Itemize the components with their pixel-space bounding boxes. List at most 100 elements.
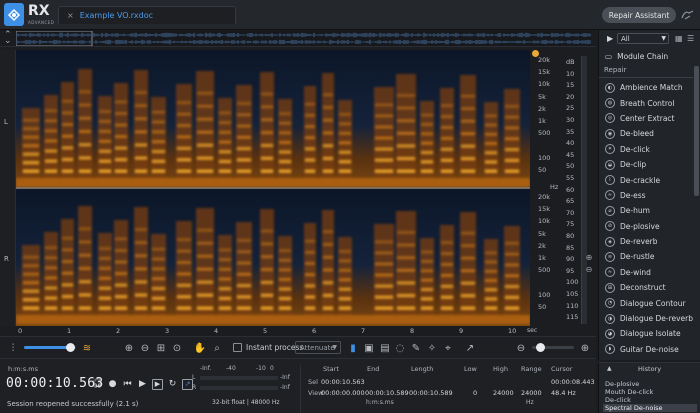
blend-slider-knob[interactable] xyxy=(66,343,75,352)
module-icon: ◍ xyxy=(605,98,615,109)
spectrogram-view[interactable] xyxy=(16,50,530,326)
hand-tool-icon[interactable]: ✋ xyxy=(193,341,207,355)
collapse-icon[interactable]: ⌃ ⌄ xyxy=(4,31,12,46)
module-item-breath-control[interactable]: ◍ Breath Control xyxy=(599,95,693,110)
attenuate-select[interactable]: Attenuate ▼ xyxy=(295,341,341,354)
time-tick-label: 7 xyxy=(361,327,366,335)
time-frequency-selection-tool-icon[interactable]: ▤ xyxy=(378,341,392,355)
zoom-out-icon[interactable]: ⊖ xyxy=(138,341,152,355)
zoom-in-frequency-icon[interactable]: ⊕ xyxy=(578,341,592,355)
module-item-deconstruct[interactable]: ⊞ Deconstruct xyxy=(599,280,693,295)
time-tick-label: 9 xyxy=(459,327,464,335)
module-item-de-wind[interactable]: ≈ De-wind xyxy=(599,265,693,280)
lasso-tool-icon[interactable]: ◌ xyxy=(393,341,407,355)
module-item-de-hum[interactable]: ⌀ De-hum xyxy=(599,203,693,218)
overview-waveform[interactable] xyxy=(16,31,591,46)
waveform-overview[interactable]: ⌃ ⌄ xyxy=(0,30,596,47)
module-item-dialogue-de-reverb[interactable]: ◑ Dialogue De-reverb xyxy=(599,311,693,326)
module-item-de-bleed[interactable]: ◉ De-bleed xyxy=(599,126,693,141)
view-range-field[interactable]: 24000 xyxy=(521,389,542,397)
frequency-zoom-knob[interactable] xyxy=(536,343,545,352)
module-item-center-extract[interactable]: ◎ Center Extract xyxy=(599,111,693,126)
headphones-icon[interactable]: 🎧︎ xyxy=(92,379,103,390)
module-item-de-rustle[interactable]: ≋ De-rustle xyxy=(599,249,693,264)
frequency-tick-label: 50 xyxy=(538,165,547,174)
loop-icon[interactable]: ↻ xyxy=(167,379,178,390)
repair-assistant-button[interactable]: Repair Assistant xyxy=(602,7,676,23)
file-tab[interactable]: × Example VO.rxdoc xyxy=(58,6,236,24)
history-item[interactable]: Mouth De-click xyxy=(603,388,697,396)
view-end-field[interactable]: 00:00:10.589 xyxy=(365,389,409,397)
grid-view-icon[interactable]: ▦ xyxy=(675,34,683,43)
module-list-scrollbar[interactable] xyxy=(694,66,699,356)
level-meter-scrollbar[interactable] xyxy=(581,56,587,324)
view-start-field[interactable]: 00:00:00.000 xyxy=(321,389,365,397)
db-tick-label: 60 xyxy=(566,185,575,194)
zoom-in-icon[interactable]: ⊕ xyxy=(122,341,136,355)
module-item-de-clip[interactable]: ◒ De-clip xyxy=(599,157,693,172)
spectrogram-view-icon[interactable]: ≋ xyxy=(80,341,94,355)
preview-play-icon[interactable]: ▶ xyxy=(607,34,613,43)
zoom-in-vertical-icon[interactable]: ⊕ xyxy=(584,252,594,262)
module-chain-button[interactable]: ▭ Module Chain xyxy=(599,49,700,63)
zoom-out-frequency-icon[interactable]: ⊖ xyxy=(514,341,528,355)
module-item-ambience-match[interactable]: ◐ Ambience Match xyxy=(599,80,693,95)
close-tab-icon[interactable]: × xyxy=(67,11,74,20)
waveform-view-icon[interactable]: ⫶ xyxy=(6,341,20,355)
list-view-icon[interactable]: ☰ xyxy=(687,34,694,43)
module-label: De-clip xyxy=(620,160,647,170)
module-item-de-ess[interactable]: ≈ De-ess xyxy=(599,188,693,203)
hand-help-icon[interactable] xyxy=(680,8,696,22)
module-icon: ≈ xyxy=(605,190,615,201)
frequency-db-scale[interactable]: 20k 15k 10k 5k 2k 1k 500 100 50 20k 15k 10k 5k 2k 1k 50… xyxy=(532,50,596,326)
meter-scale-label: -10 xyxy=(256,365,266,372)
zoom-out-vertical-icon[interactable]: ⊖ xyxy=(584,264,594,274)
module-label: De-plosive xyxy=(620,221,660,231)
instant-process-tool-icon[interactable]: ↗ xyxy=(463,341,477,355)
record-icon[interactable]: ● xyxy=(107,379,118,390)
module-item-de-plosive[interactable]: ⊘ De-plosive xyxy=(599,219,693,234)
instant-process-checkbox[interactable] xyxy=(233,343,242,352)
history-item[interactable]: Spectral De-noise xyxy=(603,404,697,412)
module-list-scroll-thumb[interactable] xyxy=(694,66,699,196)
module-item-de-crackle[interactable]: ⌇ De-crackle xyxy=(599,172,693,187)
rewind-icon[interactable]: ⏮︎ xyxy=(122,379,133,390)
sel-start-field[interactable]: 00:00:10.563 xyxy=(321,378,365,386)
play-selection-icon[interactable]: ▶ xyxy=(152,378,163,390)
blend-slider-fill xyxy=(24,346,68,349)
view-high-field[interactable]: 24000 xyxy=(493,389,514,397)
history-item[interactable]: De-plosive xyxy=(603,380,697,388)
module-item-de-reverb[interactable]: ◈ De-reverb xyxy=(599,234,693,249)
cursor-frequency-value: 48.4 Hz xyxy=(551,389,576,397)
module-filter-select[interactable]: All ▼ xyxy=(617,33,669,44)
zoom-fit-icon[interactable]: ⊙ xyxy=(170,341,184,355)
spectrogram-toolbar: ⫶ ≋ ⊕ ⊖ ⊞ ⊙ ✋ ⌕ Instant process Attenuat… xyxy=(0,336,596,358)
frequency-selection-tool-icon[interactable]: ▣ xyxy=(362,341,376,355)
time-ruler[interactable]: 0 1 2 3 4 5 6 7 8 9 10 xyxy=(16,326,530,336)
frequency-tick-label: 100 xyxy=(538,153,551,162)
view-length-field[interactable]: 00:00:10.589 xyxy=(409,389,453,397)
repair-section-header: Repair xyxy=(599,66,693,78)
module-item-de-click[interactable]: ✶ De-click xyxy=(599,142,693,157)
time-format-label[interactable]: h:m:s.ms xyxy=(8,365,38,373)
module-item-dialogue-isolate[interactable]: ◕ Dialogue Isolate xyxy=(599,326,693,341)
module-label: De-reverb xyxy=(620,237,658,247)
module-item-dialogue-contour[interactable]: ◔ Dialogue Contour xyxy=(599,295,693,310)
play-icon[interactable]: ▶ xyxy=(137,379,148,390)
time-selection-tool-icon[interactable]: ▮ xyxy=(346,341,360,355)
history-item[interactable]: De-click xyxy=(603,396,697,404)
frequency-zoom-slider[interactable] xyxy=(532,343,574,352)
waveform-spectrogram-blend-slider[interactable] xyxy=(24,343,76,352)
meter-right-peak: -Inf xyxy=(280,384,290,391)
view-low-field[interactable]: 0 xyxy=(473,389,477,397)
module-label: Dialogue De-reverb xyxy=(619,314,693,324)
brush-tool-icon[interactable]: ✎ xyxy=(409,341,423,355)
selection-time-unit: h:m:s.ms xyxy=(366,399,394,406)
module-label: Center Extract xyxy=(620,113,675,123)
module-item-guitar-de-noise[interactable]: ◗ Guitar De-noise xyxy=(599,342,693,357)
zoom-tool-icon[interactable]: ⌕ xyxy=(210,341,224,355)
magic-wand-icon[interactable]: ✧ xyxy=(425,341,439,355)
find-similar-icon[interactable]: ⌖ xyxy=(441,341,455,355)
zoom-selection-icon[interactable]: ⊞ xyxy=(154,341,168,355)
cursor-header: Cursor xyxy=(551,365,573,373)
